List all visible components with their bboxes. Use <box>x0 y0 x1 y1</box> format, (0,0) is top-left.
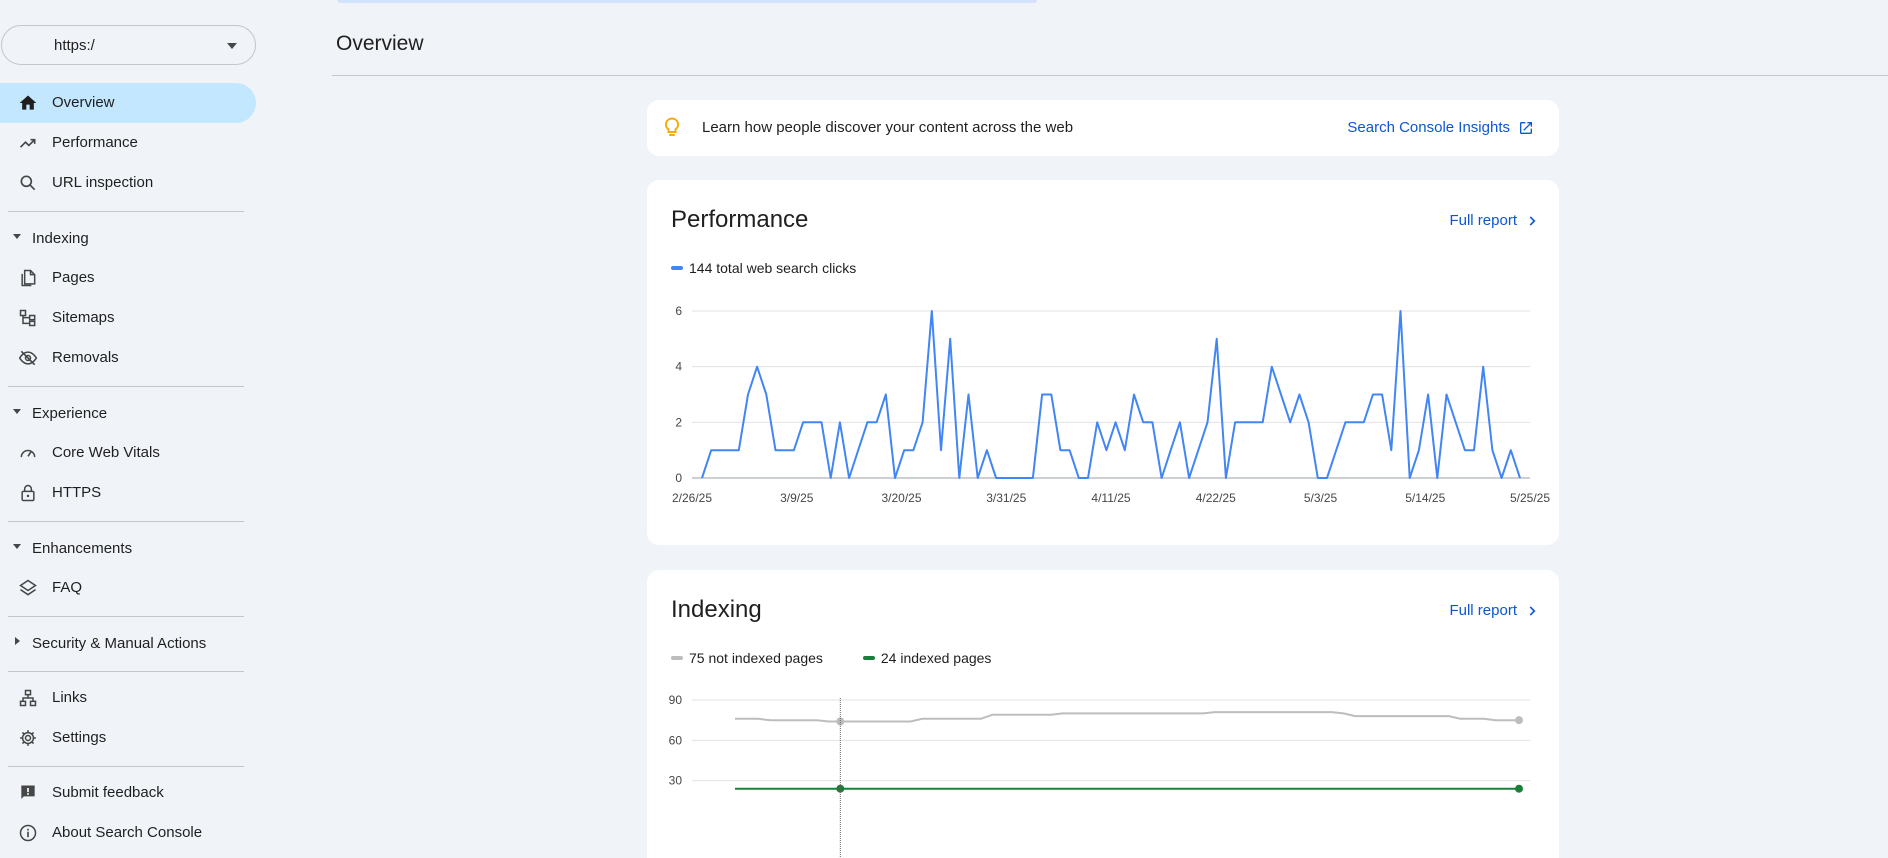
sidebar-item-label: Sitemaps <box>52 309 115 326</box>
x-tick-label: 4/11/25 <box>1091 491 1130 505</box>
caret-down-icon <box>13 234 21 239</box>
caret-down-icon <box>13 409 21 414</box>
section-label: Indexing <box>32 230 89 247</box>
property-selector[interactable]: https:/ <box>1 25 256 65</box>
y-tick-label: 4 <box>675 360 682 374</box>
x-tick-label: 3/31/25 <box>986 491 1026 505</box>
sidebar-item-about[interactable]: About Search Console <box>0 813 256 853</box>
y-tick-label: 30 <box>669 774 683 788</box>
performance-card: Performance Full report 144 total web se… <box>647 180 1559 545</box>
sidebar-item-label: Removals <box>52 349 119 366</box>
divider <box>8 386 244 387</box>
x-tick-label: 5/3/25 <box>1304 491 1338 505</box>
section-experience[interactable]: Experience <box>0 397 256 429</box>
sidebar-item-settings[interactable]: Settings <box>0 718 256 758</box>
section-security-manual-actions[interactable]: Security & Manual Actions <box>0 627 256 659</box>
layers-icon <box>19 579 37 596</box>
divider <box>8 671 244 672</box>
caret-right-icon <box>15 637 20 645</box>
links-icon <box>19 689 37 707</box>
sidebar-item-label: Settings <box>52 729 107 746</box>
sidebar-item-core-web-vitals[interactable]: Core Web Vitals <box>0 433 256 473</box>
sidebar-item-label: About Search Console <box>52 824 203 841</box>
info-icon <box>19 824 37 842</box>
sidebar-item-pages[interactable]: Pages <box>0 258 256 298</box>
sidebar-item-overview[interactable]: Overview <box>0 83 256 123</box>
gear-icon <box>20 730 36 746</box>
section-indexing[interactable]: Indexing <box>0 222 256 254</box>
home-icon <box>19 95 37 110</box>
sidebar-item-label: Overview <box>52 94 115 111</box>
x-tick-label: 5/14/25 <box>1405 491 1445 505</box>
x-tick-label: 5/25/25 <box>1510 491 1550 505</box>
sidebar-item-label: Pages <box>52 269 95 286</box>
link-label: Search Console Insights <box>1347 119 1510 136</box>
header-divider <box>332 75 1888 76</box>
x-tick-label: 3/20/25 <box>881 491 921 505</box>
sidebar-item-links[interactable]: Links <box>0 678 256 718</box>
speed-icon <box>20 449 36 458</box>
y-tick-label: 0 <box>675 471 682 485</box>
section-label: Enhancements <box>32 540 133 557</box>
sidebar-item-label: Core Web Vitals <box>52 444 160 461</box>
sidebar-item-label: FAQ <box>52 579 83 596</box>
performance-chart: 0 2 4 6 2/26/25 3/9/25 3/20/25 3/31/25 4/11/25 4/… <box>672 304 1550 505</box>
section-label: Security & Manual Actions <box>32 635 207 652</box>
feedback-icon <box>21 785 35 799</box>
y-tick-label: 90 <box>669 693 683 707</box>
indexing-chart: 30 60 90 <box>669 693 1530 858</box>
sidebar-item-label: HTTPS <box>52 484 102 501</box>
series-line <box>735 711 1519 723</box>
lock-icon <box>21 484 35 502</box>
y-tick-label: 60 <box>669 733 683 747</box>
divider <box>8 521 244 522</box>
caret-down-icon <box>13 544 21 549</box>
y-tick-label: 6 <box>675 304 682 318</box>
trending-up-icon <box>19 138 36 148</box>
sidebar-item-removals[interactable]: Removals <box>0 338 256 378</box>
lightbulb-icon <box>664 117 680 136</box>
sidebar-item-label: Performance <box>52 134 138 151</box>
search-console-insights-link[interactable]: Search Console Insights <box>1347 119 1534 136</box>
visibility-off-icon <box>18 350 38 366</box>
divider <box>8 766 244 767</box>
sidebar: https:/ Overview Performance URL inspect… <box>0 0 260 858</box>
sidebar-item-faq[interactable]: FAQ <box>0 568 256 608</box>
series-point <box>1515 784 1523 793</box>
y-tick-label: 2 <box>675 415 682 429</box>
top-progress-bar <box>337 0 1037 3</box>
pages-icon <box>21 269 36 287</box>
sidebar-item-https[interactable]: HTTPS <box>0 473 256 513</box>
x-tick-label: 4/22/25 <box>1196 491 1236 505</box>
property-url: https:/ <box>54 37 95 54</box>
section-label: Experience <box>32 405 108 422</box>
insights-message: Learn how people discover your content a… <box>702 119 1074 136</box>
sidebar-item-label: Links <box>52 689 88 706</box>
divider <box>8 616 244 617</box>
open-in-new-icon <box>1520 121 1532 134</box>
divider <box>8 211 244 212</box>
series-point <box>1515 716 1523 725</box>
sidebar-item-url-inspection[interactable]: URL inspection <box>0 163 256 203</box>
series-line <box>701 310 1521 479</box>
sidebar-item-sitemaps[interactable]: Sitemaps <box>0 298 256 338</box>
x-tick-label: 3/9/25 <box>780 491 814 505</box>
section-enhancements[interactable]: Enhancements <box>0 532 256 564</box>
x-tick-label: 2/26/25 <box>672 491 712 505</box>
sitemap-icon <box>19 309 36 327</box>
sidebar-item-performance[interactable]: Performance <box>0 123 256 163</box>
sidebar-item-label: URL inspection <box>52 174 154 191</box>
sidebar-item-submit-feedback[interactable]: Submit feedback <box>0 773 256 813</box>
search-icon <box>20 175 36 191</box>
page-title: Overview <box>336 32 424 55</box>
sidebar-item-label: Submit feedback <box>52 784 164 801</box>
insights-banner: Learn how people discover your content a… <box>647 100 1559 156</box>
indexing-card: Indexing Full report 75 not indexed page… <box>647 570 1559 858</box>
chevron-down-icon <box>227 43 237 49</box>
